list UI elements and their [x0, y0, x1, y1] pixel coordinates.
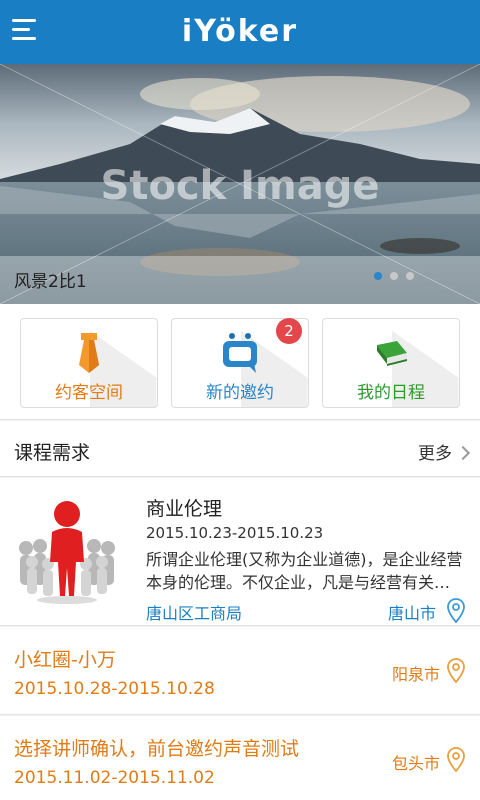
carousel-dot[interactable]	[390, 272, 398, 280]
carousel-dot-active[interactable]	[374, 272, 382, 280]
activity-date: 2015.10.28-2015.10.28	[14, 679, 215, 699]
tile-my-schedule[interactable]: 我的日程	[322, 318, 460, 408]
course-organizer: 唐山区工商局	[146, 604, 243, 623]
banner-watermark: Stock Image	[101, 163, 380, 209]
notification-badge: 2	[276, 318, 302, 344]
activity-row[interactable]: 小红圈-小万 2015.10.28-2015.10.28 阳泉市	[0, 627, 480, 715]
tile-meet-space[interactable]: 约客空间	[20, 318, 158, 408]
carousel-indicator	[366, 265, 414, 284]
course-description: 所谓企业伦理(又称为企业道德)，是企业经营本身的伦理。不仅企业，凡是与经营有关的…	[146, 550, 466, 592]
section-header: 课程需求 更多	[0, 421, 480, 477]
location-pin-icon	[447, 747, 465, 773]
banner-caption: 风景2比1	[14, 272, 87, 292]
course-city: 唐山市	[387, 604, 436, 623]
activity-title: 选择讲师确认，前台邀约声音测试	[14, 738, 300, 760]
app-header: iYöker	[0, 0, 480, 64]
tie-icon	[79, 333, 99, 373]
carousel-dot[interactable]	[406, 272, 414, 280]
activity-date: 2015.11.02-2015.11.02	[14, 768, 215, 788]
banner-carousel[interactable]: Stock Image 风景2比1	[0, 64, 480, 304]
quick-entry-panel: 约客空间 新的邀约 我的日程	[0, 304, 480, 420]
app-logo: iYöker	[181, 14, 299, 49]
location-pin-icon	[447, 598, 465, 624]
activity-city: 阳泉市	[391, 665, 440, 684]
chat-bubble-icon	[223, 333, 257, 373]
activity-city: 包头市	[391, 754, 440, 773]
tile-label: 新的邀约	[206, 383, 274, 403]
tile-label: 约客空间	[55, 383, 123, 403]
more-label: 更多	[418, 444, 452, 464]
course-thumbnail	[12, 496, 122, 608]
more-link[interactable]: 更多	[418, 439, 471, 464]
course-card[interactable]: 商业伦理 2015.10.23-2015.10.23 所谓企业伦理(又称为企业道…	[0, 478, 480, 626]
tile-label: 我的日程	[357, 383, 425, 403]
location-pin-icon	[447, 658, 465, 684]
section-title: 课程需求	[14, 442, 91, 464]
course-title: 商业伦理	[146, 498, 223, 520]
activity-row[interactable]: 选择讲师确认，前台邀约声音测试 2015.11.02-2015.11.02 包头…	[0, 716, 480, 800]
course-date: 2015.10.23-2015.10.23	[146, 524, 324, 542]
book-icon	[377, 341, 407, 366]
activity-title: 小红圈-小万	[14, 649, 116, 671]
chevron-right-icon	[455, 445, 471, 461]
